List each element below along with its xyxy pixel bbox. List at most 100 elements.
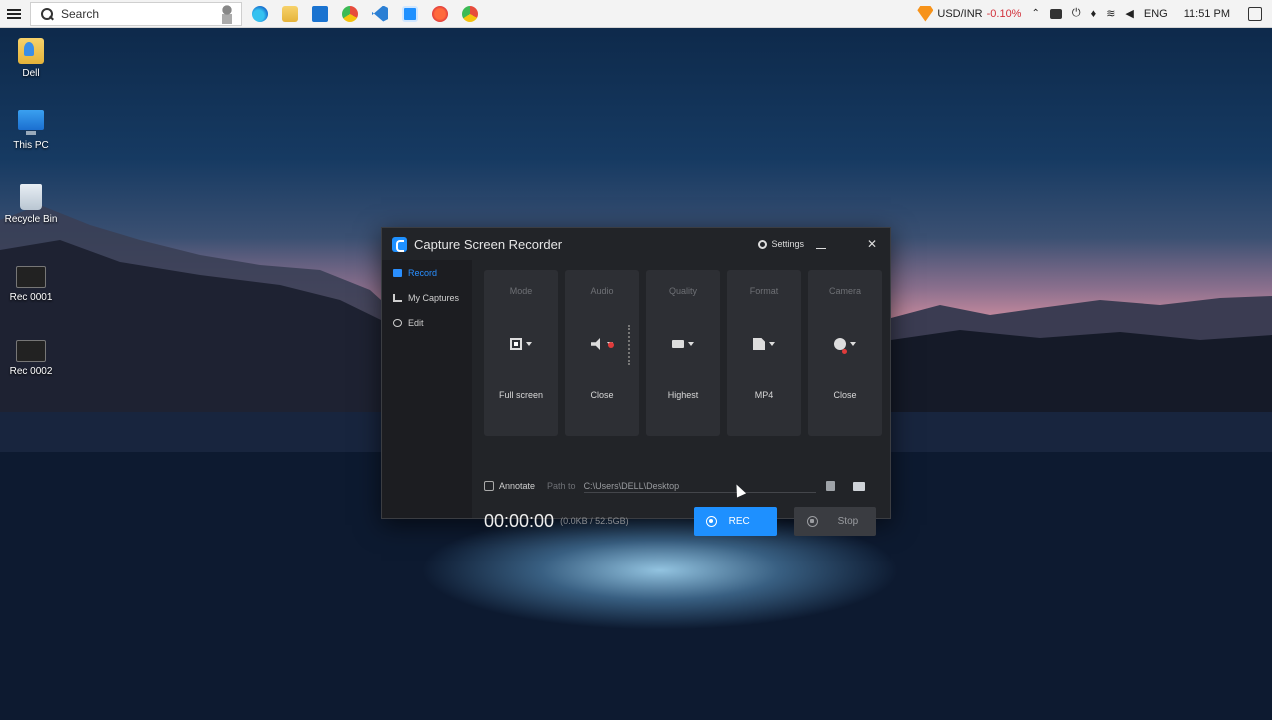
- monitor-icon: [672, 340, 684, 348]
- desktop-icon-label: Rec 0001: [9, 292, 53, 303]
- volume-level-bar[interactable]: [628, 325, 630, 365]
- search-highlight-icon: [219, 3, 235, 24]
- folder-icon: [18, 38, 44, 64]
- screen-recorder-icon[interactable]: [402, 5, 418, 22]
- desktop-icon-label: Rec 0002: [9, 366, 53, 377]
- notification-center-icon[interactable]: [1248, 6, 1262, 21]
- record-panel: Mode Full screen Audio Close Quality Hig…: [472, 260, 890, 536]
- start-menu-button[interactable]: [0, 0, 28, 28]
- annotate-checkbox[interactable]: [484, 481, 494, 491]
- record-icon: [705, 515, 717, 527]
- volume-icon[interactable]: ◀: [1125, 7, 1133, 20]
- video-file-icon: [16, 266, 46, 288]
- taskbar: Search USD/INR -0.10% ⌃ ⏻ ♦ ≋ ◀ ENG 11:5…: [0, 0, 1272, 28]
- close-button[interactable]: ✕: [860, 237, 884, 251]
- search-icon: [41, 7, 53, 20]
- recycle-bin-icon: [20, 184, 42, 210]
- mode-card[interactable]: Mode Full screen: [484, 270, 558, 436]
- chevron-down-icon: [850, 342, 856, 346]
- desktop-icon-label: This PC: [13, 140, 49, 151]
- stop-label: Stop: [837, 515, 859, 527]
- computer-icon: [18, 110, 44, 135]
- file-size-info: (0.0KB / 52.5GB): [560, 516, 629, 526]
- chrome-icon[interactable]: [342, 5, 358, 22]
- card-value: Full screen: [498, 390, 543, 400]
- desktop-icon-label: Dell: [22, 68, 40, 79]
- wifi-icon[interactable]: ≋: [1106, 7, 1115, 20]
- sidebar-item-label: Record: [408, 267, 438, 278]
- desktop-icon-recycle-bin[interactable]: Recycle Bin: [0, 184, 62, 225]
- taskbar-apps: [252, 5, 478, 22]
- desktop-icon-this-pc[interactable]: This PC: [0, 110, 62, 151]
- stock-change: -0.10%: [986, 7, 1022, 20]
- stock-widget-icon[interactable]: [917, 5, 934, 22]
- file-explorer-icon[interactable]: [282, 5, 298, 22]
- sidebar-item-record[interactable]: Record: [382, 260, 472, 285]
- format-dropdown[interactable]: [753, 338, 775, 350]
- location-icon[interactable]: ♦: [1091, 8, 1097, 20]
- path-label: Path to: [547, 481, 576, 491]
- taskbar-search[interactable]: Search: [30, 1, 242, 26]
- clock[interactable]: 11:51 PM: [1184, 8, 1230, 20]
- video-file-icon: [16, 340, 46, 362]
- open-folder-icon[interactable]: [852, 481, 865, 491]
- output-path-field[interactable]: C:\Users\DELL\Desktop: [583, 479, 816, 493]
- card-value: Highest: [667, 390, 699, 400]
- language-indicator[interactable]: ENG: [1144, 8, 1168, 20]
- fullscreen-icon: [510, 338, 522, 350]
- sidebar-item-label: Edit: [408, 317, 424, 328]
- search-placeholder: Search: [61, 6, 100, 21]
- window-titlebar[interactable]: Capture Screen Recorder Settings ✕: [382, 228, 890, 260]
- camera-card[interactable]: Camera Close: [808, 270, 882, 436]
- desktop-icon-rec-0001[interactable]: Rec 0001: [0, 266, 62, 303]
- output-path-row: Annotate Path to C:\Users\DELL\Desktop: [484, 478, 878, 494]
- network-icon[interactable]: ⏻: [1072, 7, 1081, 20]
- window-title: Capture Screen Recorder: [414, 236, 563, 252]
- app-logo-icon: [392, 236, 407, 252]
- captures-icon: [393, 293, 402, 302]
- sidebar-item-label: My Captures: [408, 292, 460, 303]
- annotate-label[interactable]: Annotate: [499, 481, 535, 491]
- edge-icon[interactable]: [252, 5, 268, 22]
- document-icon[interactable]: [825, 481, 835, 491]
- mail-icon[interactable]: [312, 5, 328, 22]
- stock-label[interactable]: USD/INR: [937, 8, 982, 20]
- chevron-up-icon[interactable]: ⌃: [1031, 8, 1039, 19]
- file-icon: [753, 338, 765, 350]
- stop-button[interactable]: Stop: [793, 506, 876, 536]
- recorder-window: Capture Screen Recorder Settings ✕ Recor…: [381, 227, 891, 536]
- audio-card[interactable]: Audio Close: [565, 270, 639, 436]
- vscode-icon[interactable]: [372, 5, 388, 22]
- card-value: Close: [590, 390, 614, 400]
- card-title: Format: [749, 286, 779, 296]
- sidebar-item-my-captures[interactable]: My Captures: [382, 285, 472, 310]
- chrome-profile-icon[interactable]: [462, 5, 478, 22]
- record-icon: [393, 268, 402, 277]
- rec-button[interactable]: REC: [693, 506, 777, 536]
- minimize-button[interactable]: [816, 239, 826, 249]
- desktop-icon-label: Recycle Bin: [4, 214, 58, 225]
- card-title: Quality: [668, 286, 697, 296]
- quality-card[interactable]: Quality Highest: [646, 270, 720, 436]
- settings-label: Settings: [771, 239, 804, 249]
- app-icon[interactable]: [432, 5, 448, 22]
- card-value: Close: [833, 390, 857, 400]
- format-card[interactable]: Format MP4: [727, 270, 801, 436]
- quality-dropdown[interactable]: [672, 338, 694, 350]
- stop-icon: [806, 515, 818, 527]
- sidebar-item-edit[interactable]: Edit: [382, 310, 472, 335]
- battery-icon[interactable]: [1049, 8, 1062, 19]
- settings-button[interactable]: Settings: [758, 239, 804, 249]
- chevron-down-icon: [688, 342, 694, 346]
- card-title: Audio: [590, 286, 614, 296]
- settings-cards: Mode Full screen Audio Close Quality Hig…: [484, 270, 882, 436]
- rec-label: REC: [728, 515, 750, 527]
- card-title: Mode: [509, 286, 533, 296]
- muted-indicator-icon: [608, 342, 614, 348]
- card-value: MP4: [754, 390, 774, 400]
- sidebar: Record My Captures Edit: [382, 260, 472, 518]
- speaker-icon: [591, 338, 600, 350]
- desktop-icon-rec-0002[interactable]: Rec 0002: [0, 340, 62, 377]
- desktop-icon-dell[interactable]: Dell: [0, 38, 62, 79]
- mode-dropdown[interactable]: [510, 338, 532, 350]
